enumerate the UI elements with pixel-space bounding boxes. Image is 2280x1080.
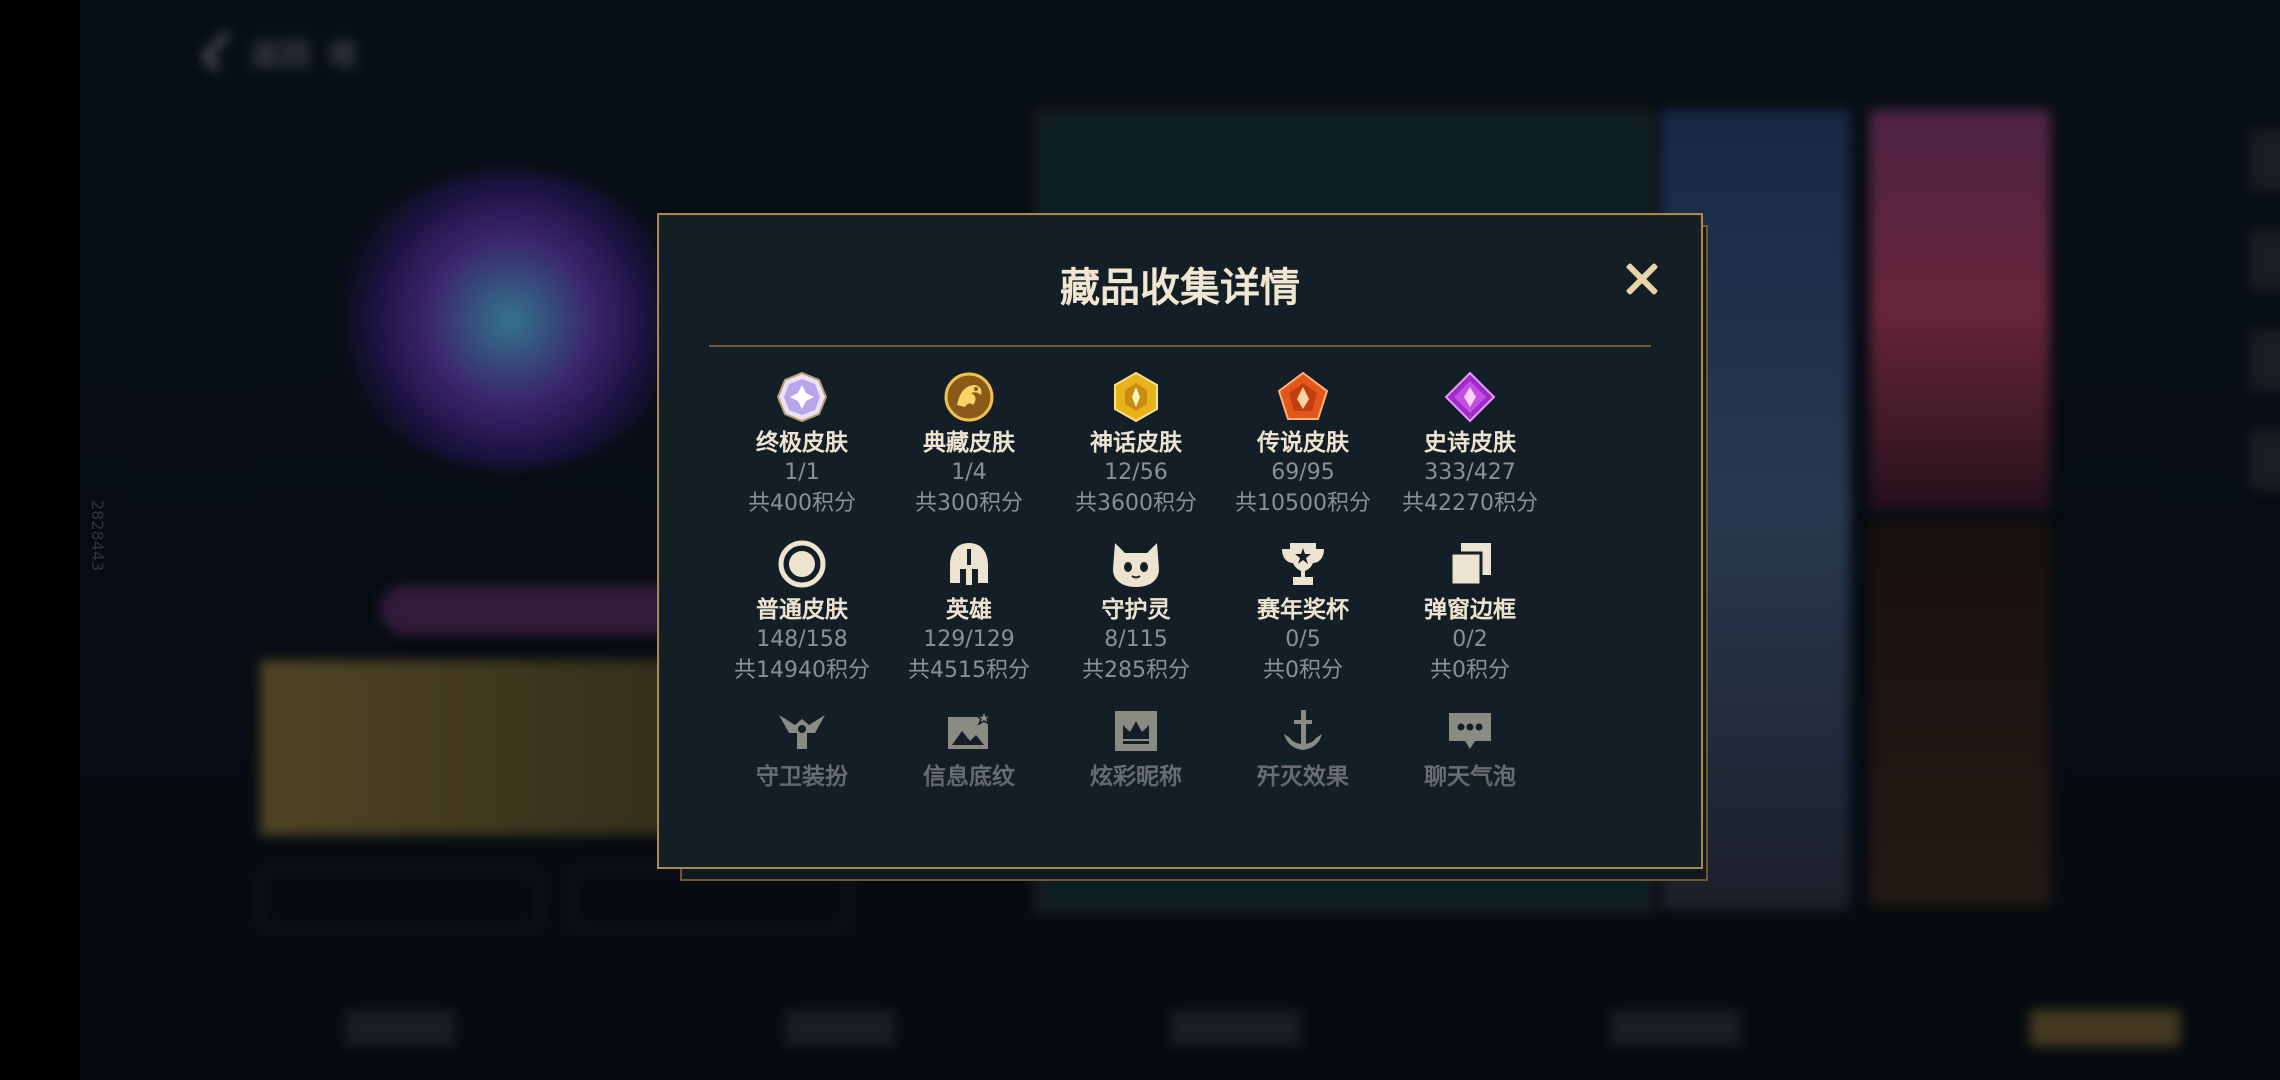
collection-item-standard[interactable]: 普通皮肤 148/158 共14940积分 xyxy=(722,537,882,687)
item-name: 神话皮肤 xyxy=(1090,430,1182,456)
frame-cards-icon xyxy=(1443,537,1497,591)
item-points: 共42270积分 xyxy=(1402,491,1538,516)
item-points: 共10500积分 xyxy=(1235,491,1371,516)
trophy-icon xyxy=(1276,537,1330,591)
item-count: 129/129 xyxy=(923,627,1015,652)
item-points: 共14940积分 xyxy=(734,658,870,683)
collection-item-frame[interactable]: 弹窗边框 0/2 共0积分 xyxy=(1390,537,1550,687)
item-count: 0/2 xyxy=(1452,627,1488,652)
collection-item-trophy[interactable]: 赛年奖杯 0/5 共0积分 xyxy=(1223,537,1383,687)
banner-image-icon xyxy=(942,704,996,758)
item-name: 典藏皮肤 xyxy=(923,430,1015,456)
item-points: 共0积分 xyxy=(1263,658,1343,683)
ward-skin-icon xyxy=(775,704,829,758)
item-count: 0/5 xyxy=(1285,627,1321,652)
collection-item-champion[interactable]: 英雄 129/129 共4515积分 xyxy=(889,537,1049,687)
item-name: 英雄 xyxy=(946,597,992,623)
item-count: 69/95 xyxy=(1271,460,1335,485)
collection-item-legendary[interactable]: 传说皮肤 69/95 共10500积分 xyxy=(1223,370,1383,520)
crown-badge-icon xyxy=(1109,704,1163,758)
standard-skin-ring-icon xyxy=(775,537,829,591)
scroll-fade xyxy=(659,775,1701,867)
item-name: 弹窗边框 xyxy=(1424,597,1516,623)
modal-title: 藏品收集详情 xyxy=(1060,265,1300,311)
item-name: 史诗皮肤 xyxy=(1424,430,1516,456)
item-count: 12/56 xyxy=(1104,460,1168,485)
item-name: 终极皮肤 xyxy=(756,430,848,456)
collection-item-companion[interactable]: 守护灵 8/115 共285积分 xyxy=(1056,537,1216,687)
collection-item-epic[interactable]: 史诗皮肤 333/427 共42270积分 xyxy=(1390,370,1550,520)
item-points: 共3600积分 xyxy=(1075,491,1197,516)
champion-helmet-icon xyxy=(942,537,996,591)
epic-gem-icon xyxy=(1443,370,1497,424)
legendary-gem-icon xyxy=(1276,370,1330,424)
prestige-dragon-icon xyxy=(942,370,996,424)
item-count: 8/115 xyxy=(1104,627,1168,652)
item-name: 守护灵 xyxy=(1101,597,1171,623)
mythic-gem-icon xyxy=(1109,370,1163,424)
anchor-sword-icon xyxy=(1276,704,1330,758)
collection-details-modal: 藏品收集详情 终极皮肤 1/1 共400积分 典藏皮肤 1/4 共300积分 神… xyxy=(657,213,1703,869)
item-points: 共300积分 xyxy=(915,491,1023,516)
item-name: 普通皮肤 xyxy=(756,597,848,623)
item-count: 333/427 xyxy=(1424,460,1516,485)
collection-item-mythic[interactable]: 神话皮肤 12/56 共3600积分 xyxy=(1056,370,1216,520)
item-name: 赛年奖杯 xyxy=(1257,597,1349,623)
item-count: 148/158 xyxy=(756,627,848,652)
item-count: 1/4 xyxy=(951,460,987,485)
collection-item-prestige[interactable]: 典藏皮肤 1/4 共300积分 xyxy=(889,370,1049,520)
item-points: 共400积分 xyxy=(748,491,856,516)
item-count: 1/1 xyxy=(784,460,820,485)
close-icon[interactable] xyxy=(1619,257,1663,301)
item-points: 共285积分 xyxy=(1082,658,1190,683)
item-points: 共4515积分 xyxy=(908,658,1030,683)
title-divider xyxy=(709,345,1651,347)
collection-item-ultimate[interactable]: 终极皮肤 1/1 共400积分 xyxy=(722,370,882,520)
chat-bubble-icon xyxy=(1443,704,1497,758)
ultimate-skin-gem-icon xyxy=(775,370,829,424)
companion-creature-icon xyxy=(1109,537,1163,591)
item-name: 传说皮肤 xyxy=(1257,430,1349,456)
item-points: 共0积分 xyxy=(1430,658,1510,683)
